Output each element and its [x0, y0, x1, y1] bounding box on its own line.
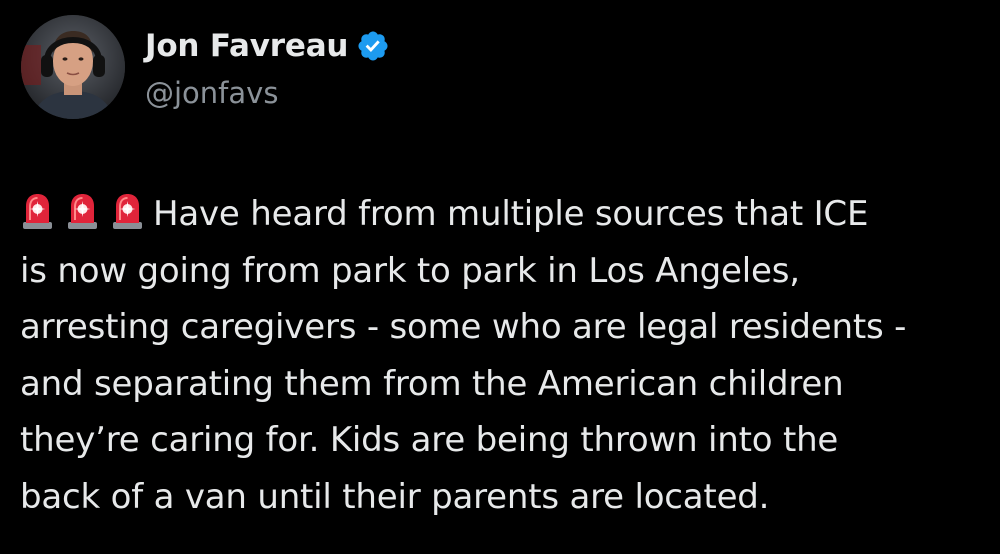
tweet-line: Have heard from multiple sources that IC… — [20, 186, 980, 243]
display-name[interactable]: Jon Favreau — [145, 28, 348, 64]
police-siren-icon — [113, 194, 142, 229]
verified-badge-icon[interactable] — [356, 29, 390, 63]
tweet-line: back of a van until their parents are lo… — [20, 476, 770, 517]
tweet-line: is now going from park to park in Los An… — [20, 250, 800, 291]
name-row: Jon Favreau — [145, 24, 390, 68]
tweet-line: and separating them from the American ch… — [20, 363, 844, 404]
tweet-card: Jon Favreau @jonfavs Have heard from mul… — [0, 0, 1000, 554]
avatar[interactable] — [21, 15, 125, 119]
tweet-text: Have heard from multiple sources that IC… — [20, 186, 980, 525]
avatar-icon — [21, 15, 125, 119]
siren-emoji-group — [20, 192, 145, 230]
tweet-line: they’re caring for. Kids are being throw… — [20, 420, 839, 460]
tweet-line: arresting caregivers - some who are lega… — [20, 307, 907, 347]
police-siren-icon — [68, 194, 97, 229]
user-handle[interactable]: @jonfavs — [145, 76, 278, 110]
police-siren-icon — [23, 194, 52, 229]
tweet-line-text: Have heard from multiple sources that IC… — [153, 194, 869, 234]
